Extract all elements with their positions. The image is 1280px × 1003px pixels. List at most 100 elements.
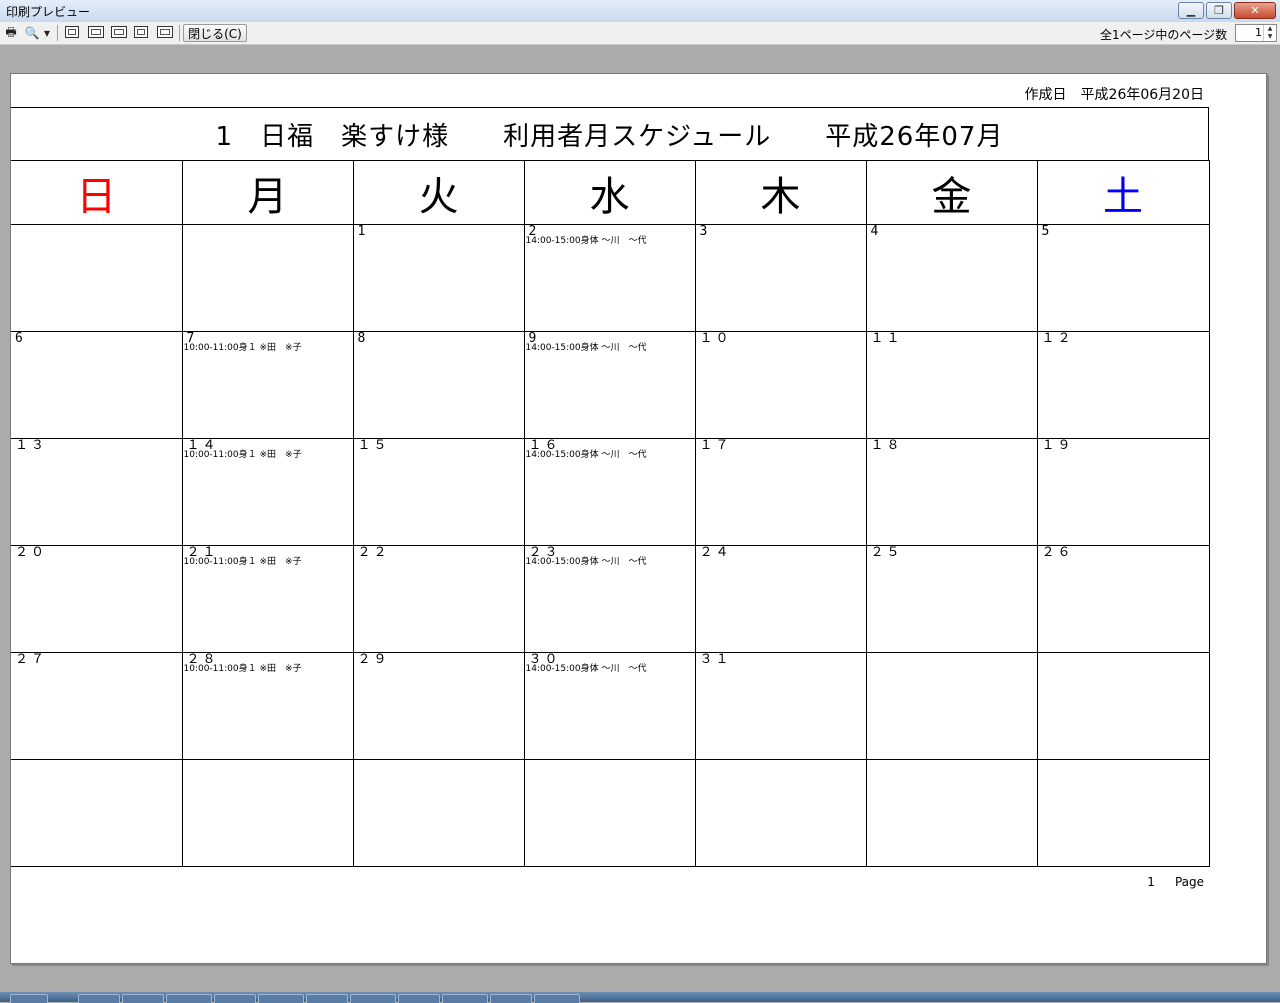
schedule-entry: 14:00-15:00身体 〜川 〜代 (525, 343, 647, 353)
footer-page-label: Page (1174, 875, 1204, 889)
toolbar-separator (57, 25, 58, 41)
day-number: 8 (357, 331, 369, 346)
day-number: １９ (1041, 438, 1074, 453)
day-number: 3 (699, 224, 711, 239)
six-page-layout-icon[interactable] (157, 26, 173, 38)
day-cell: 8 (352, 331, 525, 439)
day-cell (11, 759, 183, 867)
weekday-header: 金 (865, 160, 1038, 225)
day-number: １１ (870, 331, 903, 346)
day-cell: １７ (694, 438, 867, 546)
day-cell (865, 759, 1038, 867)
day-number: １０ (699, 331, 732, 346)
day-cell: 3 (694, 224, 867, 332)
day-cell (11, 224, 183, 332)
week-row: ２７ ２８ 10:00-11:00身１ ※田 ※子 ２９ ３０ 14:00-15:00身体… (11, 652, 1210, 760)
day-number: ２２ (357, 545, 390, 560)
four-page-layout-icon[interactable] (134, 26, 148, 38)
day-cell: 1 (352, 224, 525, 332)
day-cell (523, 759, 696, 867)
week-row: 1 2 14:00-15:00身体 〜川 〜代 3 4 5 (11, 224, 1210, 332)
day-cell: １４ 10:00-11:00身１ ※田 ※子 (181, 438, 354, 546)
day-number: ２０ (15, 545, 48, 560)
week-row: ２０ ２１ 10:00-11:00身１ ※田 ※子 ２２ ２３ 14:00-15:00身体… (11, 545, 1210, 653)
day-cell: ２６ (1036, 545, 1210, 653)
preview-toolbar: 🖶 🔍 ▾ 閉じる(C) 全1ページ中のページ数 1 ▲ ▼ (0, 22, 1280, 45)
restore-button[interactable]: ❐ (1206, 2, 1232, 19)
day-number: 6 (15, 331, 26, 346)
minimize-button[interactable]: ▁ (1178, 2, 1204, 19)
page-spinner[interactable]: ▲ ▼ (1263, 25, 1276, 41)
day-cell: 4 (865, 224, 1038, 332)
week-row (11, 759, 1210, 867)
day-cell: 6 (11, 331, 183, 439)
schedule-entry: 14:00-15:00身体 〜川 〜代 (525, 664, 647, 674)
day-cell: １２ (1036, 331, 1210, 439)
created-date: 作成日 平成26年06月20日 (1024, 87, 1204, 103)
taskbar (0, 992, 1280, 1003)
day-number: ３１ (699, 652, 732, 667)
day-number: 4 (870, 224, 882, 239)
day-cell: １６ 14:00-15:00身体 〜川 〜代 (523, 438, 696, 546)
day-cell (865, 652, 1038, 760)
day-cell: ３１ (694, 652, 867, 760)
day-cell (694, 759, 867, 867)
page-number-input[interactable]: 1 ▲ ▼ (1235, 24, 1277, 42)
weekday-header: 土 (1036, 160, 1210, 225)
day-cell (181, 759, 354, 867)
day-number: ２６ (1041, 545, 1074, 560)
print-icon[interactable]: 🖶 (3, 25, 19, 41)
day-cell: 9 14:00-15:00身体 〜川 〜代 (523, 331, 696, 439)
day-number: 5 (1041, 224, 1053, 239)
day-cell: ２９ (352, 652, 525, 760)
day-number: １３ (15, 438, 48, 453)
toolbar-separator (179, 25, 180, 41)
day-cell: ２０ (11, 545, 183, 653)
day-cell: １１ (865, 331, 1038, 439)
day-number: ２５ (870, 545, 903, 560)
print-page: 作成日 平成26年06月20日 1 日福 楽すけ様 利用者月スケジュール 平成2… (10, 73, 1267, 964)
day-number: １５ (357, 438, 390, 453)
day-cell: ２４ (694, 545, 867, 653)
day-number: １７ (699, 438, 732, 453)
day-number: ２７ (15, 652, 48, 667)
close-preview-button[interactable]: 閉じる(C) (183, 24, 247, 42)
schedule-entry: 14:00-15:00身体 〜川 〜代 (525, 450, 647, 460)
day-number: １２ (1041, 331, 1074, 346)
day-cell: ２１ 10:00-11:00身１ ※田 ※子 (181, 545, 354, 653)
weekday-header: 月 (181, 160, 354, 225)
day-cell: １０ (694, 331, 867, 439)
day-number: １８ (870, 438, 903, 453)
page-number-value: 1 (1255, 26, 1262, 39)
weekday-header: 木 (694, 160, 867, 225)
day-number: ２９ (357, 652, 390, 667)
three-page-layout-icon[interactable] (111, 26, 127, 38)
day-cell: 7 10:00-11:00身１ ※田 ※子 (181, 331, 354, 439)
footer-page-number: 1 (1147, 875, 1155, 889)
schedule-entry: 10:00-11:00身１ ※田 ※子 (183, 664, 302, 674)
day-cell: 5 (1036, 224, 1210, 332)
schedule-entry: 10:00-11:00身１ ※田 ※子 (183, 343, 302, 353)
day-cell (352, 759, 525, 867)
close-window-button[interactable]: ✕ (1234, 2, 1276, 19)
day-cell: ２５ (865, 545, 1038, 653)
one-page-layout-icon[interactable] (65, 26, 79, 38)
day-cell: １３ (11, 438, 183, 546)
weekday-header-row: 日月火水木金土 (11, 160, 1210, 225)
day-number: 1 (357, 224, 369, 239)
chevron-down-icon[interactable]: ▾ (42, 25, 52, 41)
two-page-layout-icon[interactable] (88, 26, 104, 38)
weekday-header: 水 (523, 160, 696, 225)
week-row: 6 7 10:00-11:00身１ ※田 ※子 8 9 14:00-15:00身体 〜川 … (11, 331, 1210, 439)
weekday-header: 日 (11, 160, 183, 225)
day-cell: ２７ (11, 652, 183, 760)
window-title: 印刷プレビュー (6, 5, 91, 19)
calendar-grid: 日月火水木金土 1 2 14:00-15:00身体 〜川 〜代 3 4 5 6 7 10:00-… (11, 160, 1210, 867)
day-cell (1036, 652, 1210, 760)
schedule-entry: 10:00-11:00身１ ※田 ※子 (183, 450, 302, 460)
day-cell: １９ (1036, 438, 1210, 546)
schedule-entry: 14:00-15:00身体 〜川 〜代 (525, 557, 647, 567)
zoom-icon[interactable]: 🔍 (24, 25, 40, 41)
page-footer: 1 Page (1127, 875, 1204, 889)
day-cell: １８ (865, 438, 1038, 546)
